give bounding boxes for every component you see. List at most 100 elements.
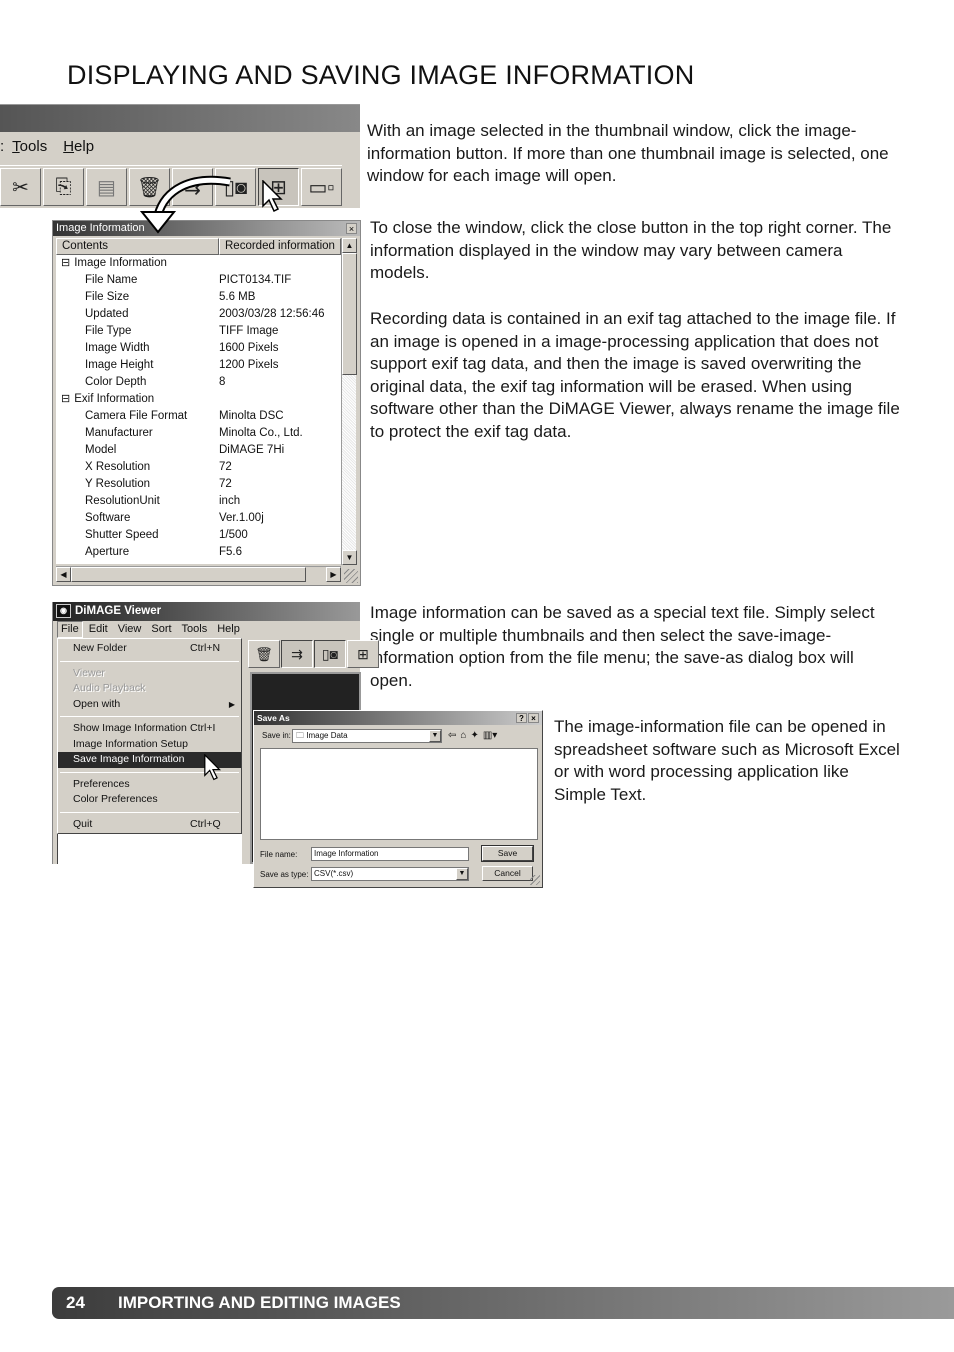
menu-sort[interactable]: Sort (151, 621, 171, 638)
row-value: 8 (219, 376, 226, 388)
navigation-icons: ⇦ ⌂ ✦ ▥▾ (448, 730, 497, 741)
table-row[interactable]: File Name PICT0134.TIF (56, 272, 341, 289)
thumbnail-grid-button[interactable]: ⊞ (347, 640, 379, 668)
tree-group[interactable]: Image Information (56, 255, 341, 272)
file-list[interactable] (260, 748, 538, 840)
thumbnail-detail-button[interactable]: ▭▫ (301, 168, 342, 206)
chevron-down-icon[interactable]: ▼ (429, 729, 441, 742)
copy-button[interactable]: ⎘ (43, 168, 84, 206)
close-button[interactable]: × (346, 223, 357, 234)
table-row[interactable]: Image Width 1600 Pixels (56, 340, 341, 357)
table-row[interactable]: ResolutionUnit inch (56, 493, 341, 510)
row-key: Updated (85, 308, 129, 320)
menu-item-open-with[interactable]: Open with ▶ (58, 697, 241, 713)
menu-item-label: New Folder (73, 642, 127, 654)
menu-item-new-folder[interactable]: New Folder Ctrl+N (58, 641, 241, 657)
up-folder-icon[interactable]: ⌂ (460, 730, 466, 741)
save-type-label: Save as type: (260, 869, 309, 879)
horizontal-scrollbar[interactable]: ◀ ▶ (56, 566, 341, 582)
scroll-right-arrow-icon[interactable]: ▶ (326, 567, 341, 582)
table-row[interactable]: Software Ver.1.00j (56, 510, 341, 527)
table-row[interactable]: Manufacturer Minolta Co., Ltd. (56, 425, 341, 442)
menu-tools[interactable]: Tools (12, 138, 47, 155)
cancel-button[interactable]: Cancel (482, 866, 533, 881)
table-row[interactable]: File Size 5.6 MB (56, 289, 341, 306)
table-row[interactable]: Shutter Speed 1/500 (56, 527, 341, 544)
menu-item-show-image-information[interactable]: Show Image Information Ctrl+I (58, 721, 241, 737)
column-recorded-information[interactable]: Recorded information (219, 238, 341, 255)
tree-group[interactable]: Exif Information (56, 391, 341, 408)
menu-view[interactable]: View (118, 621, 142, 638)
file-name-input[interactable]: Image Information (311, 847, 469, 861)
table-row[interactable]: Model DiMAGE 7Hi (56, 442, 341, 459)
delete-icon: 🗑 (255, 645, 273, 662)
resize-grip-icon[interactable] (530, 875, 540, 885)
menu-item-label: Image Information Setup (73, 737, 188, 750)
menu-separator (60, 811, 239, 813)
copy-icon: ⎘ (55, 175, 72, 198)
table-row[interactable]: Updated 2003/03/28 12:56:46 (56, 306, 341, 323)
paste-button[interactable]: ▤ (86, 168, 127, 206)
paragraph-close-window: To close the window, click the close but… (370, 218, 892, 283)
row-value: Ver.1.00j (219, 512, 264, 524)
save-as-dialog: Save As ? × Save in: 🗀 Image Data ▼ ⇦ ⌂ … (253, 710, 543, 888)
curved-arrow-icon (139, 175, 231, 234)
menu-item-color-preferences[interactable]: Color Preferences (58, 792, 241, 808)
information-list: Image InformationFile NamePICT0134.TIFFi… (56, 255, 341, 564)
column-contents[interactable]: Contents (56, 238, 219, 255)
scissors-icon: ✂ (12, 176, 29, 199)
hscroll-thumb[interactable] (71, 567, 306, 582)
menu-help[interactable]: Help (217, 621, 240, 638)
image-information-icon: ▯◙ (321, 645, 339, 662)
table-row[interactable]: Color Depth 8 (56, 374, 341, 391)
table-row[interactable]: X Resolution 72 (56, 459, 341, 476)
image-information-button[interactable]: ▯◙ (314, 640, 346, 668)
menu-item-label: Open with (73, 697, 121, 710)
help-button[interactable]: ? (516, 713, 527, 723)
menu-edit[interactable]: Edit (89, 621, 108, 638)
menu-item-quit[interactable]: Quit Ctrl+Q (58, 817, 241, 833)
table-row[interactable]: Image Height 1200 Pixels (56, 357, 341, 374)
table-row[interactable]: Aperture F5.6 (56, 544, 341, 561)
scroll-down-arrow-icon[interactable]: ▼ (342, 550, 357, 565)
menu-item-audio-playback[interactable]: Audio Playback (58, 681, 241, 697)
menu-item-viewer[interactable]: Viewer (58, 666, 241, 682)
resize-grip-icon[interactable] (344, 569, 358, 583)
thumbnail-detail-icon: ▭▫ (308, 176, 335, 199)
row-key: File Name (85, 274, 138, 286)
menu-item-label: Show Image Information (73, 722, 187, 734)
save-type-value: CSV(*.csv) (314, 869, 354, 878)
viewer-title: DiMAGE Viewer (75, 605, 162, 617)
back-icon[interactable]: ⇦ (448, 730, 456, 741)
menu-item-label: Color Preferences (73, 793, 158, 805)
save-in-label: Save in: (262, 731, 291, 740)
view-menu-icon[interactable]: ▥▾ (483, 730, 497, 741)
mouse-cursor-icon (262, 180, 283, 213)
folder-icon: 🗀 (296, 730, 307, 740)
row-value: 72 (219, 461, 232, 473)
menu-item-image-information-setup[interactable]: Image Information Setup (58, 737, 241, 753)
thumbnail-grid-icon: ⊞ (357, 645, 369, 662)
move-button[interactable]: ⇉ (281, 640, 313, 668)
table-row[interactable]: Y Resolution 72 (56, 476, 341, 493)
save-button[interactable]: Save (481, 845, 534, 862)
menu-tools[interactable]: Tools (182, 621, 208, 638)
new-folder-icon[interactable]: ✦ (470, 730, 478, 741)
scroll-left-arrow-icon[interactable]: ◀ (56, 567, 71, 582)
save-in-dropdown[interactable]: 🗀 Image Data ▼ (292, 728, 442, 743)
row-value: Minolta DSC (219, 410, 284, 422)
scroll-up-arrow-icon[interactable]: ▲ (342, 238, 357, 253)
close-button[interactable]: × (528, 713, 539, 723)
chevron-down-icon[interactable]: ▼ (456, 868, 468, 880)
vertical-scrollbar[interactable]: ▲ ▼ (341, 238, 357, 565)
cut-button[interactable]: ✂ (0, 168, 41, 206)
menu-item-label: Audio Playback (73, 682, 146, 694)
row-value: 5.6 MB (219, 291, 256, 303)
menu-help[interactable]: Help (63, 138, 94, 155)
scroll-thumb[interactable] (342, 253, 357, 375)
table-row[interactable]: Camera File Format Minolta DSC (56, 408, 341, 425)
table-row[interactable]: File Type TIFF Image (56, 323, 341, 340)
menu-file[interactable]: File (57, 621, 83, 638)
save-type-dropdown[interactable]: CSV(*.csv) ▼ (311, 867, 469, 881)
delete-button[interactable]: 🗑 (248, 640, 280, 668)
